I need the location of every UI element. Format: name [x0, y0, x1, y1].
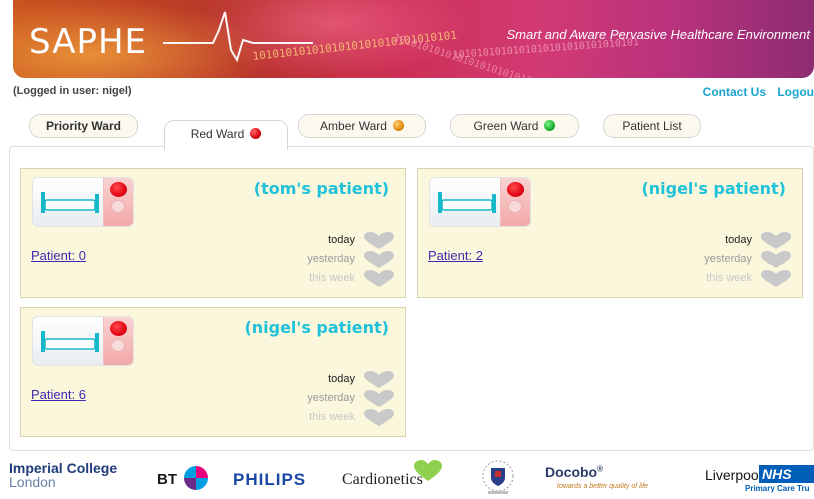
- history-row: yesterday: [632, 251, 792, 269]
- history-row: this week: [632, 270, 792, 288]
- light-off-icon: [111, 200, 125, 213]
- hospital-bed-icon: [41, 192, 99, 213]
- tab-label: Priority Ward: [46, 119, 121, 133]
- history-label: today: [328, 234, 355, 246]
- history-row: today: [632, 232, 792, 250]
- heart-icon[interactable]: [363, 409, 395, 427]
- ward-tabs: Priority Ward Red Ward Amber Ward Green …: [13, 108, 814, 150]
- hospital-bed-icon: [41, 331, 99, 352]
- patient-link[interactable]: Patient: 6: [31, 387, 86, 402]
- bed-status-icon: [429, 177, 531, 227]
- history-label: yesterday: [704, 253, 752, 265]
- patient-card: (nigel's patient) Patient: 6 today yeste…: [20, 307, 406, 437]
- imperial-college-logo: Imperial College London: [9, 461, 117, 489]
- light-off-icon: [111, 339, 125, 352]
- tab-red-ward[interactable]: Red Ward: [164, 120, 288, 150]
- red-light-icon: [110, 321, 127, 336]
- tab-label: Patient List: [622, 119, 682, 133]
- heart-icon[interactable]: [363, 390, 395, 408]
- docobo-tagline: towards a better quality of life: [557, 483, 649, 490]
- green-status-icon: [544, 120, 556, 131]
- bt-globe-icon: [184, 466, 208, 490]
- heart-icon[interactable]: [760, 270, 792, 288]
- patient-owner: (nigel's patient): [641, 179, 786, 198]
- header-banner: 1010101010101010101010101010101 10101010…: [13, 0, 814, 78]
- history-row: this week: [235, 409, 395, 427]
- bed-status-icon: [32, 177, 134, 227]
- status-light-panel: [103, 178, 133, 226]
- bed-status-icon: [32, 316, 134, 366]
- cardionetics-heart-icon: [414, 460, 442, 481]
- history-label: yesterday: [307, 253, 355, 265]
- hospital-bed-icon: [438, 192, 496, 213]
- history-label: today: [725, 234, 752, 246]
- imperial-line-1: Imperial College: [9, 460, 118, 476]
- heart-icon[interactable]: [363, 371, 395, 389]
- patient-card: (tom's patient) Patient: 0 today yesterd…: [20, 168, 406, 298]
- history-label: yesterday: [307, 392, 355, 404]
- heart-icon[interactable]: [760, 251, 792, 269]
- dundee-crest-icon: [482, 460, 514, 494]
- user-bar: (Logged in user: nigel) Contact Us Logou: [13, 84, 814, 100]
- bt-logo: BT: [157, 471, 177, 488]
- app-tagline: Smart and Aware Pervasive Healthcare Env…: [506, 27, 810, 42]
- docobo-logo: Docobo®: [545, 464, 604, 480]
- primary-care-trust-text: Primary Care Tru: [745, 484, 810, 493]
- tab-patient-list[interactable]: Patient List: [603, 114, 701, 138]
- red-light-icon: [507, 182, 524, 197]
- patient-link[interactable]: Patient: 0: [31, 248, 86, 263]
- history-row: today: [235, 371, 395, 389]
- logout-link[interactable]: Logou: [777, 85, 814, 99]
- history-row: today: [235, 232, 395, 250]
- patient-owner: (nigel's patient): [244, 318, 389, 337]
- tab-priority-ward[interactable]: Priority Ward: [29, 114, 138, 138]
- contact-us-link[interactable]: Contact Us: [703, 85, 766, 99]
- history-row: this week: [235, 270, 395, 288]
- tab-label: Amber Ward: [320, 119, 387, 133]
- history-label: this week: [706, 272, 752, 284]
- patient-card: (nigel's patient) Patient: 2 today yeste…: [417, 168, 803, 298]
- heart-icon[interactable]: [760, 232, 792, 250]
- tab-label: Green Ward: [473, 119, 539, 133]
- imperial-line-2: London: [9, 474, 56, 490]
- sponsor-footer: Imperial College London BT PHILIPS Cardi…: [0, 456, 814, 499]
- red-status-icon: [250, 128, 262, 139]
- liverpool-text: Liverpool: [705, 467, 762, 483]
- history-label: today: [328, 373, 355, 385]
- history-label: this week: [309, 272, 355, 284]
- app-logo: SAPHE: [29, 22, 148, 62]
- status-light-panel: [500, 178, 530, 226]
- light-off-icon: [508, 200, 522, 213]
- heart-icon[interactable]: [363, 270, 395, 288]
- red-light-icon: [110, 182, 127, 197]
- top-links: Contact Us Logou: [695, 85, 814, 99]
- tab-amber-ward[interactable]: Amber Ward: [298, 114, 426, 138]
- philips-logo: PHILIPS: [233, 470, 307, 489]
- patient-owner: (tom's patient): [253, 179, 389, 198]
- status-light-panel: [103, 317, 133, 365]
- cardionetics-logo: Cardionetics: [342, 471, 423, 488]
- docobo-name: Docobo: [545, 464, 598, 480]
- heart-icon[interactable]: [363, 251, 395, 269]
- tab-label: Red Ward: [190, 127, 245, 141]
- heart-icon[interactable]: [363, 232, 395, 250]
- history-row: yesterday: [235, 251, 395, 269]
- amber-status-icon: [392, 120, 404, 131]
- logged-in-user: (Logged in user: nigel): [13, 85, 132, 97]
- tab-green-ward[interactable]: Green Ward: [450, 114, 579, 138]
- ward-panel: (tom's patient) Patient: 0 today yesterd…: [9, 146, 814, 451]
- patient-link[interactable]: Patient: 2: [428, 248, 483, 263]
- history-label: this week: [309, 411, 355, 423]
- nhs-logo: NHS: [759, 465, 814, 483]
- history-row: yesterday: [235, 390, 395, 408]
